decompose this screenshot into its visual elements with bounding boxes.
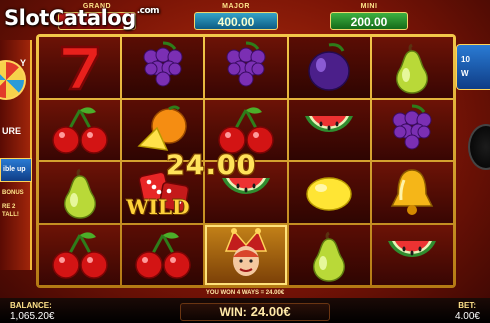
ways-badge-line1: 10 — [461, 55, 470, 64]
jackpot-mini-label: MINI — [360, 3, 378, 10]
pear-icon — [396, 43, 429, 95]
watermark-suffix: .com — [136, 6, 160, 16]
watermelon-icon — [305, 115, 354, 132]
watermelon-symbol — [288, 99, 370, 160]
bell-icon — [391, 169, 434, 216]
win-info-line: YOU WON 4 WAYS = 24.00€ — [205, 290, 285, 296]
plum-icon — [308, 43, 350, 91]
grapes-symbol — [205, 37, 287, 98]
jackpot-mini-value: 200.00 — [330, 12, 408, 30]
grapes-symbol — [122, 37, 204, 98]
grapes-symbol — [371, 99, 454, 160]
plum-symbol — [288, 37, 370, 98]
slotcatalog-watermark: SlotCatalog.com — [4, 6, 160, 30]
reel-5 — [371, 37, 454, 285]
pear-symbol — [39, 162, 121, 223]
ribbon-text: ible up — [3, 166, 26, 173]
reel-1 — [39, 37, 121, 285]
jackpot-major: MAJOR 400.00 — [194, 2, 278, 30]
bet-label: BET: — [458, 301, 476, 310]
ways-badge-line2: W — [461, 69, 469, 78]
win-display: WIN: 24.00€ — [180, 303, 330, 321]
jester-icon — [224, 227, 268, 276]
side-left-text-top: Y — [20, 58, 27, 68]
bonus-line-2: RE 2 — [2, 204, 16, 210]
bonus-wheel-panel[interactable]: Y URE ible up BONUS RE 2 TALL! — [0, 40, 32, 270]
bottom-bar: BALANCE: 1,065.20€ WIN: 24.00€ BET: 4.00€ — [0, 298, 490, 323]
win-value: 24.00€ — [250, 304, 291, 319]
jester-symbol — [205, 224, 287, 285]
pear-icon — [63, 168, 96, 220]
cherries-icon — [51, 107, 108, 154]
pear-symbol — [288, 224, 370, 285]
balance-label: BALANCE: — [10, 301, 52, 310]
grapes-icon — [143, 41, 183, 87]
lemon-symbol — [288, 162, 370, 223]
jackpot-mini: MINI 200.00 — [330, 2, 408, 30]
double-up-ribbon: ible up — [0, 158, 32, 182]
side-left-text-mid: URE — [2, 126, 22, 136]
jackpot-major-label: MAJOR — [222, 3, 250, 10]
reel-4 — [288, 37, 370, 285]
cherries-icon — [51, 232, 108, 279]
spin-button[interactable] — [468, 124, 490, 170]
win-amount-overlay: 24.00 — [166, 150, 257, 181]
seven-symbol — [39, 37, 121, 98]
pear-icon — [313, 231, 346, 282]
win-label: WIN: — [219, 305, 247, 319]
pear-symbol — [371, 37, 454, 98]
grapes-icon — [392, 104, 432, 150]
watermelon-symbol — [371, 224, 454, 285]
cherries-icon — [135, 232, 191, 279]
bonus-line-1: BONUS — [2, 190, 24, 196]
lemon-icon — [306, 177, 352, 211]
watermark-text: SlotCatalog — [4, 6, 136, 30]
cherries-symbol — [122, 224, 204, 285]
ways-badge: 10 W — [456, 44, 490, 90]
grapes-icon — [226, 41, 266, 87]
watermelon-icon — [388, 240, 437, 257]
cherries-symbol — [39, 224, 121, 285]
bet-value[interactable]: 4.00€ — [455, 311, 480, 322]
balance-value: 1,065.20€ — [10, 311, 55, 322]
seven-icon — [60, 46, 99, 91]
wild-label: WILD — [126, 194, 190, 219]
cherries-symbol — [39, 99, 121, 160]
jackpot-major-value: 400.00 — [194, 12, 278, 30]
bonus-line-3: TALL! — [2, 212, 19, 218]
bell-symbol — [371, 162, 454, 223]
